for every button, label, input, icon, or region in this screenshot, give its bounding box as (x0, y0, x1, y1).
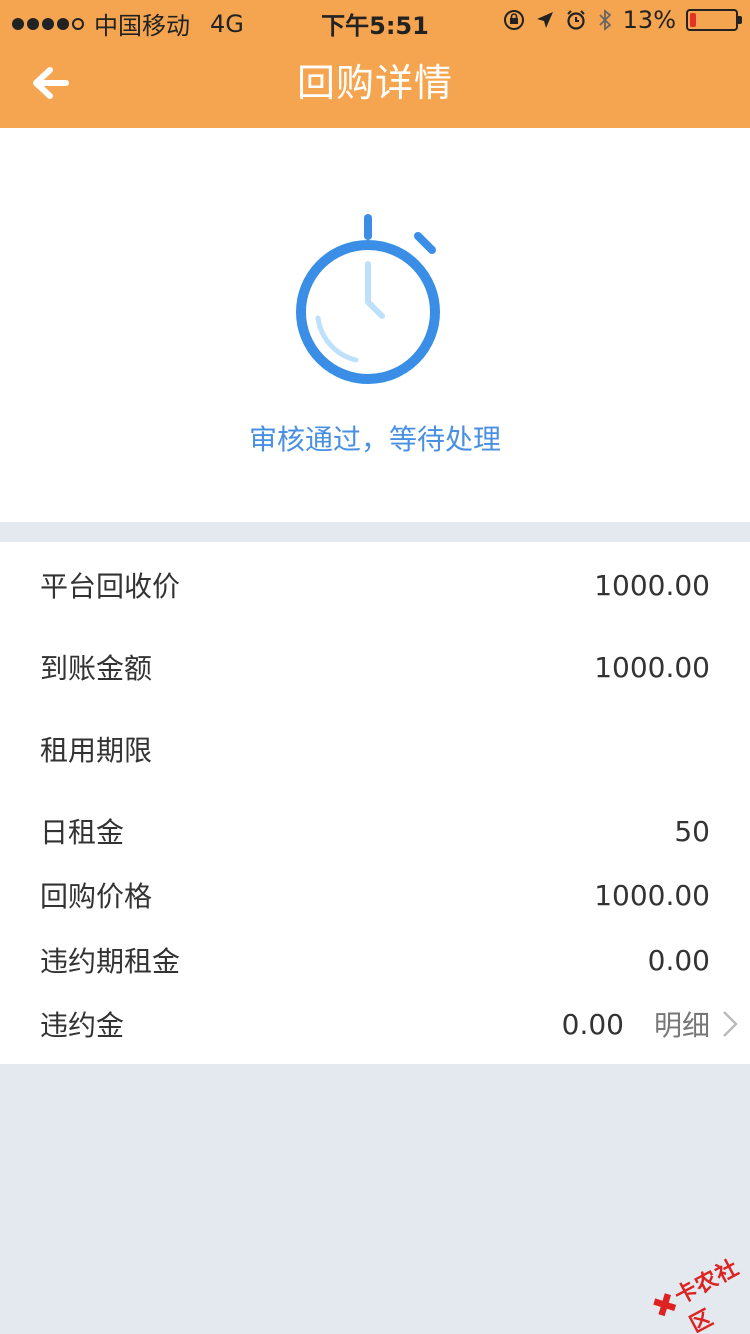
row-value: 1000.00 (594, 650, 710, 684)
row-value: 1000.00 (594, 568, 710, 602)
row-buyback-price: 回购价格 1000.00 (40, 870, 710, 920)
row-default-period-rent: 违约期租金 0.00 (40, 935, 710, 985)
row-penalty: 违约金 0.00 明细 (40, 999, 738, 1049)
battery-icon (686, 9, 742, 31)
row-daily-rent: 日租金 50 (40, 806, 710, 856)
alarm-clock-icon (566, 10, 585, 30)
row-value: 50 (674, 814, 710, 848)
row-label: 平台回收价 (40, 570, 181, 603)
chevron-right-icon (723, 1011, 738, 1037)
row-received-amount: 到账金额 1000.00 (40, 642, 710, 692)
rotation-lock-icon (503, 10, 524, 30)
row-value: 0.00 (561, 1007, 624, 1041)
bluetooth-icon (599, 9, 612, 31)
row-label: 租用期限 (40, 734, 153, 767)
watermark-text: 卡农社区 (670, 1255, 744, 1334)
detail-link-label: 明细 (653, 1009, 710, 1042)
penalty-detail-link[interactable]: 明细 (653, 1004, 738, 1044)
status-section: 审核通过，等待处理 (0, 128, 750, 522)
battery-percent: 13% (622, 6, 676, 34)
review-status-text: 审核通过，等待处理 (248, 423, 501, 456)
row-label: 日租金 (40, 816, 125, 849)
watermark-logo: ✖ 卡农社区 (632, 1223, 750, 1334)
details-list: 平台回收价 1000.00 到账金额 1000.00 租用期限 日租金 50 回… (0, 542, 750, 1064)
row-value: 0.00 (647, 943, 710, 977)
page-title: 回购详情 (296, 61, 453, 105)
row-rental-term: 租用期限 (40, 724, 710, 774)
row-label: 违约期租金 (40, 945, 181, 978)
row-value: 1000.00 (594, 878, 710, 912)
row-platform-price: 平台回收价 1000.00 (40, 560, 710, 610)
header-bar: 中国移动 4G 下午5:51 13% 回购详情 (0, 0, 750, 128)
row-label: 回购价格 (40, 880, 153, 913)
status-right: 13% (503, 6, 742, 34)
location-arrow-icon (536, 12, 553, 28)
status-bar: 中国移动 4G 下午5:51 13% (0, 0, 750, 40)
stopwatch-icon (296, 214, 440, 384)
row-label: 到账金额 (40, 652, 153, 685)
battery-fill (690, 13, 696, 27)
row-label: 违约金 (40, 1009, 125, 1042)
